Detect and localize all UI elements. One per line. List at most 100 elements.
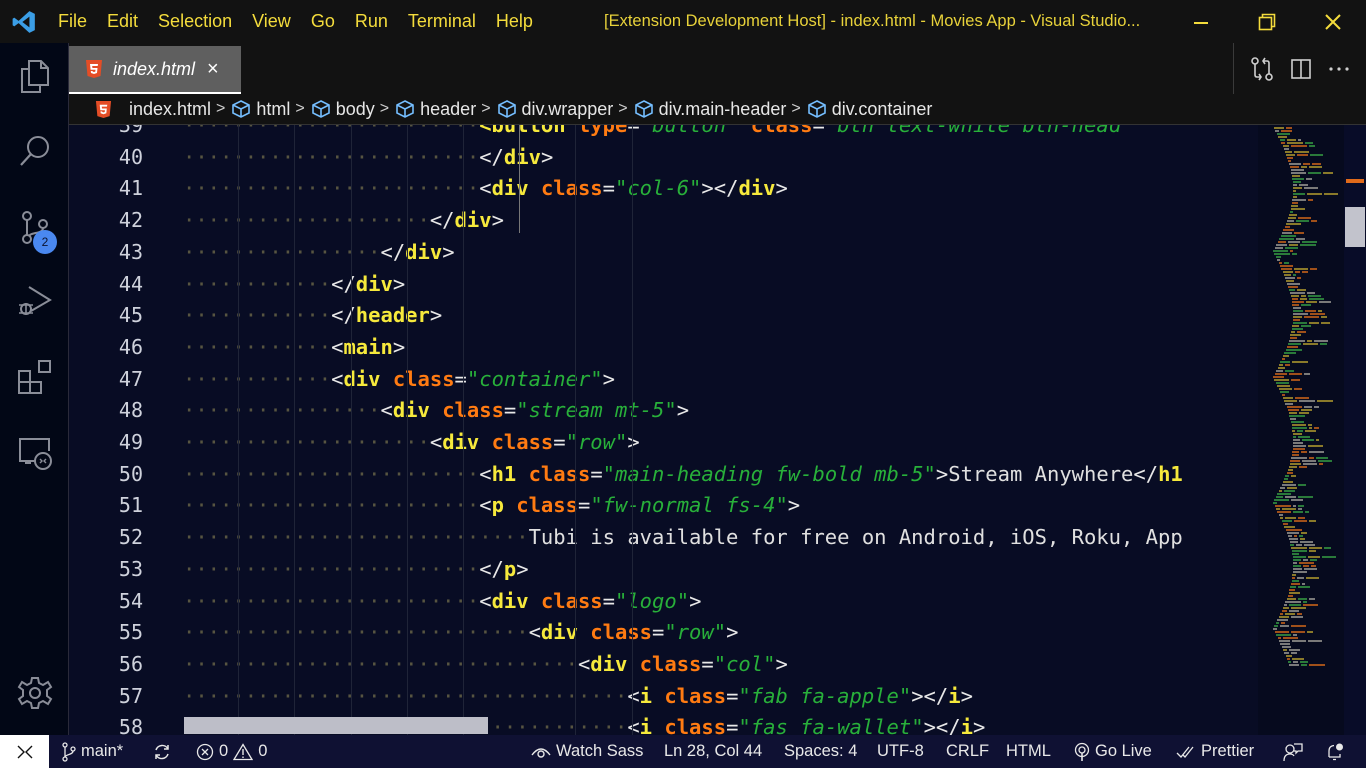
minimap-line (1304, 316, 1319, 318)
menu-edit[interactable]: Edit (97, 0, 148, 43)
minimap-line (1291, 295, 1299, 297)
breadcrumb-item[interactable]: div.container (807, 99, 932, 120)
prettier-button[interactable]: Prettier (1176, 735, 1254, 768)
minimap-line (1308, 424, 1312, 426)
breadcrumb-item[interactable]: html (231, 99, 290, 120)
code-content: ························<h1 class="main-… (183, 459, 1183, 491)
activity-extensions[interactable] (0, 347, 69, 407)
code-line[interactable]: 39 ························<button type="… (69, 125, 1258, 142)
code-line[interactable]: 56 ································<div c… (69, 649, 1258, 681)
more-actions-icon[interactable] (1328, 65, 1350, 73)
restore-button[interactable] (1234, 0, 1300, 43)
code-line[interactable]: 47 ············<div class="container"> (69, 364, 1258, 396)
menu-run[interactable]: Run (345, 0, 398, 43)
code-line[interactable]: 43 ················</div> (69, 237, 1258, 269)
code-line[interactable]: 44 ············</div> (69, 269, 1258, 301)
code-line[interactable]: 46 ············<main> (69, 332, 1258, 364)
minimap-line (1283, 229, 1294, 231)
vertical-scrollbar-thumb[interactable] (1345, 207, 1365, 247)
code-line[interactable]: 49 ····················<div class="row"> (69, 427, 1258, 459)
feedback-button[interactable] (1283, 735, 1303, 768)
breadcrumb-separator: > (295, 100, 305, 117)
minimap[interactable] (1258, 125, 1344, 735)
breadcrumb-item[interactable]: body (311, 99, 375, 120)
split-editor-icon[interactable] (1290, 58, 1312, 80)
tab-close-icon[interactable]: × (207, 58, 219, 81)
notifications-button[interactable] (1325, 735, 1345, 768)
minimap-line (1285, 277, 1295, 279)
minimap-line (1298, 517, 1305, 519)
end-of-line[interactable]: CRLF (946, 735, 989, 768)
close-window-button[interactable] (1300, 0, 1366, 43)
menu-terminal[interactable]: Terminal (398, 0, 486, 43)
code-token: < (577, 651, 591, 676)
restore-icon (1258, 13, 1276, 30)
code-token: < (528, 620, 541, 645)
remote-indicator[interactable] (0, 735, 49, 768)
code-line[interactable]: 42 ····················</div> (69, 205, 1258, 237)
code-token: "button" (639, 125, 751, 137)
minimap-line (1304, 373, 1310, 375)
minimize-button[interactable] (1168, 0, 1234, 43)
breadcrumb-item[interactable]: header (395, 99, 476, 120)
problems-indicator[interactable]: 0 0 (196, 735, 267, 768)
minimap-line (1287, 658, 1290, 660)
whitespace-dots: ···························· (183, 525, 529, 550)
minimap-line (1284, 490, 1295, 492)
minimap-line (1310, 268, 1317, 270)
horizontal-scrollbar-thumb[interactable] (184, 717, 488, 734)
whitespace-dots: ························ (183, 493, 480, 518)
minimap-line (1292, 640, 1306, 642)
code-token: "container" (466, 366, 603, 391)
cursor-position[interactable]: Ln 28, Col 44 (664, 735, 762, 768)
minimap-line (1277, 259, 1280, 261)
whitespace-dots: ································ (183, 651, 578, 676)
menu-help[interactable]: Help (486, 0, 543, 43)
minimap-line (1283, 397, 1293, 399)
branch-indicator[interactable]: main* (62, 735, 123, 768)
code-line[interactable]: 40 ························</div> (69, 142, 1258, 174)
activity-remote-explorer[interactable] (0, 423, 69, 483)
go-live-button[interactable]: Go Live (1074, 735, 1152, 768)
menu-selection[interactable]: Selection (148, 0, 242, 43)
sync-button[interactable] (152, 735, 172, 768)
watch-sass-button[interactable]: Watch Sass (531, 735, 643, 768)
code-line[interactable]: 45 ············</header> (69, 300, 1258, 332)
tab-index-html[interactable]: index.html × (69, 46, 241, 94)
encoding[interactable]: UTF-8 (877, 735, 924, 768)
minimap-line (1309, 166, 1322, 168)
open-changes-icon[interactable] (1250, 56, 1274, 82)
menu-view[interactable]: View (242, 0, 301, 43)
code-line[interactable]: 57 ····································<i… (69, 681, 1258, 713)
menu-go[interactable]: Go (301, 0, 345, 43)
activity-manage[interactable] (0, 663, 69, 723)
code-line[interactable]: 54 ························<div class="lo… (69, 586, 1258, 618)
breadcrumb-item[interactable]: div.wrapper (497, 99, 613, 120)
code-editor[interactable]: 39 ························<button type="… (69, 125, 1258, 735)
minimap-line (1292, 325, 1299, 327)
indentation[interactable]: Spaces: 4 (784, 735, 857, 768)
activity-search[interactable] (0, 121, 69, 181)
activity-run-debug[interactable] (0, 271, 69, 331)
breadcrumb-item[interactable]: index.html (95, 99, 211, 120)
code-line[interactable]: 48 ················<div class="stream mt-… (69, 395, 1258, 427)
breadcrumb-item[interactable]: div.main-header (634, 99, 786, 120)
code-line[interactable]: 52 ····························Tubi is av… (69, 522, 1258, 554)
minimap-line (1299, 400, 1315, 402)
code-token: ></ (923, 715, 961, 735)
language-mode[interactable]: HTML (1006, 735, 1051, 768)
minimap-line (1322, 556, 1336, 558)
menu-file[interactable]: File (48, 0, 97, 43)
code-line[interactable]: 50 ························<h1 class="mai… (69, 459, 1258, 491)
code-token: class (528, 461, 591, 486)
code-line[interactable]: 55 ····························<div class… (69, 617, 1258, 649)
minimap-line (1309, 547, 1322, 549)
code-line[interactable]: 41 ························<div class="co… (69, 173, 1258, 205)
minimap-line (1291, 475, 1296, 477)
minimap-line (1287, 406, 1302, 408)
minimap-line (1291, 172, 1306, 174)
code-line[interactable]: 51 ························<p class="fw-n… (69, 490, 1258, 522)
code-line[interactable]: 53 ························</p> (69, 554, 1258, 586)
activity-explorer[interactable] (0, 46, 69, 106)
minimap-line (1308, 295, 1321, 297)
